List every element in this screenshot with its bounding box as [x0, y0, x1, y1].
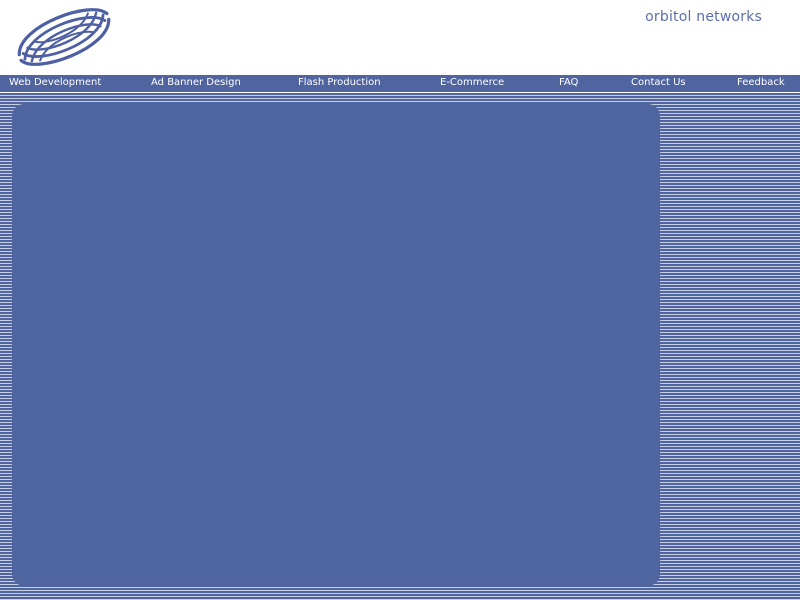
header: orbitol networks: [0, 0, 800, 75]
content-panel: [12, 104, 660, 586]
main-nav: Web Development Ad Banner Design Flash P…: [0, 75, 800, 93]
nav-ad-banner-design[interactable]: Ad Banner Design: [151, 77, 241, 88]
spiral-swirl-icon[interactable]: [10, 6, 118, 68]
nav-e-commerce[interactable]: E-Commerce: [440, 77, 504, 88]
nav-web-development[interactable]: Web Development: [9, 77, 101, 88]
brand-name: orbitol networks: [645, 9, 762, 25]
nav-faq[interactable]: FAQ: [559, 77, 578, 88]
nav-feedback[interactable]: Feedback: [737, 77, 785, 88]
page: orbitol networks Web Development Ad Bann…: [0, 0, 800, 600]
nav-contact-us[interactable]: Contact Us: [631, 77, 686, 88]
nav-flash-production[interactable]: Flash Production: [298, 77, 381, 88]
